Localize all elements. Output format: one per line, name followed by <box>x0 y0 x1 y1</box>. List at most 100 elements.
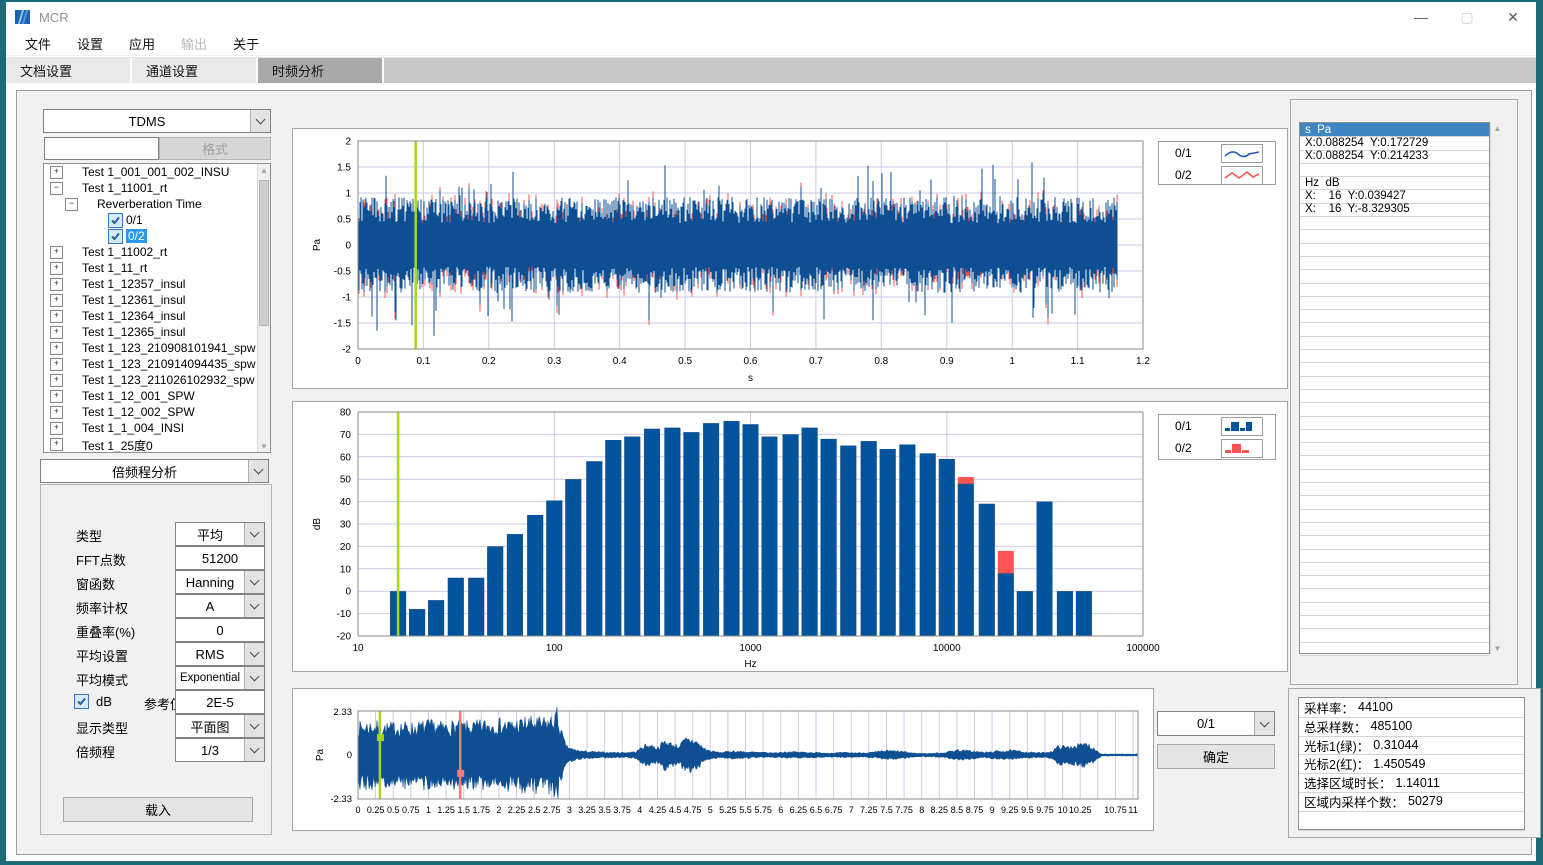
tree-item-label[interactable]: Test 1_12361_insul <box>82 293 185 307</box>
collapse-minus-icon[interactable]: − <box>65 198 78 211</box>
param-input-db-ref[interactable]: 2E-5 <box>175 690 265 714</box>
expand-plus-icon[interactable]: + <box>50 390 63 403</box>
param-input-fft-points[interactable]: 51200 <box>175 546 265 570</box>
tree-item-label[interactable]: Test 1_11_rt <box>82 261 147 275</box>
tree-item[interactable]: + Test 1_12_002_SPW <box>44 404 256 420</box>
legend-item-0-2[interactable]: 0/2 <box>1159 164 1275 186</box>
chevron-down-icon[interactable] <box>244 643 264 665</box>
tab-doc-settings[interactable]: 文档设置 <box>6 58 132 83</box>
overview-channel-combo[interactable]: 0/1 <box>1157 711 1275 736</box>
tree-item-label[interactable]: Test 1_11001_rt <box>82 181 167 195</box>
chevron-down-icon[interactable] <box>248 460 268 482</box>
param-combo-avg-setting[interactable]: RMS <box>175 642 265 666</box>
readout-row[interactable]: X:0.088254 Y:0.172729 <box>1300 136 1489 150</box>
tree-item[interactable]: + Test 1_11002_rt <box>44 244 256 260</box>
chevron-down-icon[interactable] <box>244 739 264 761</box>
param-input-overlap[interactable]: 0 <box>175 618 265 642</box>
param-combo-display-type[interactable]: 平面图 <box>175 714 265 738</box>
tab-channel-settings[interactable]: 通道设置 <box>132 58 258 83</box>
expand-plus-icon[interactable]: + <box>50 438 63 451</box>
tree-item[interactable]: 0/1 <box>44 212 256 228</box>
collapse-minus-icon[interactable]: − <box>50 182 63 195</box>
expand-plus-icon[interactable]: + <box>50 326 63 339</box>
analysis-type-combo[interactable]: 倍频程分析 <box>40 459 269 483</box>
tree-item[interactable]: + Test 1_123_211026102932_spw <box>44 372 256 388</box>
tree-item-label[interactable]: Test 1_123_210914094435_spw <box>82 357 255 371</box>
tree-item-label[interactable]: Test 1_12_002_SPW <box>82 405 195 419</box>
param-combo-avg-mode[interactable]: Exponential <box>175 666 265 690</box>
tree-item-label[interactable]: Test 1_123_211026102932_spw <box>82 373 255 387</box>
tree-item-label[interactable]: Reverberation Time <box>97 197 202 211</box>
format-button[interactable]: 格式 <box>159 137 271 160</box>
tree-item[interactable]: + Test 1_123_210908101941_spw <box>44 340 256 356</box>
tree-item-label[interactable]: Test 1_123_210908101941_spw <box>82 341 255 355</box>
legend-item-0-2[interactable]: 0/2 <box>1159 437 1275 459</box>
time-waveform-chart[interactable]: 21.510.50-0.5-1-1.5-200.10.20.30.40.50.6… <box>293 129 1287 388</box>
record-overview-chart[interactable]: 2.330-2.3300.250.50.7511.251.51.7522.252… <box>293 689 1153 830</box>
tree-item-label[interactable]: Test 1_1_004_INSI <box>82 421 184 435</box>
octave-spectrum-chart[interactable]: 80706050403020100-10-2010100100010000100… <box>293 402 1287 671</box>
param-combo-octave[interactable]: 1/3 <box>175 738 265 762</box>
tree-item-label[interactable]: Test 1_25度0 <box>82 437 153 453</box>
legend-item-0-1[interactable]: 0/1 <box>1159 142 1275 164</box>
expand-plus-icon[interactable]: + <box>50 406 63 419</box>
readout-row[interactable]: X:0.088254 Y:0.214233 <box>1300 150 1489 164</box>
tree-item[interactable]: +Test 1_1_004_INSI <box>44 420 256 436</box>
param-combo-window-fn[interactable]: Hanning <box>175 570 265 594</box>
tree-item[interactable]: + Test 1_001_001_002_INSU <box>44 164 256 180</box>
tree-item-label[interactable]: Test 1_12_001_SPW <box>82 389 195 403</box>
load-button[interactable]: 载入 <box>63 797 253 822</box>
tree-item[interactable]: + Test 1_25度0 <box>44 436 256 452</box>
close-button[interactable]: ✕ <box>1490 2 1536 32</box>
tree-item[interactable]: + Test 1_123_210914094435_spw <box>44 356 256 372</box>
param-combo-freq-weighting[interactable]: A <box>175 594 265 618</box>
chevron-down-icon[interactable] <box>244 715 264 737</box>
menu-item-about[interactable]: 关于 <box>220 31 272 56</box>
maximize-button[interactable]: ▢ <box>1444 2 1490 32</box>
chevron-down-icon[interactable] <box>1254 712 1274 735</box>
scroll-up-icon[interactable]: ▲ <box>1491 122 1504 134</box>
tree-item[interactable]: + Test 1_12357_insul <box>44 276 256 292</box>
expand-plus-icon[interactable]: + <box>50 262 63 275</box>
menu-item-file[interactable]: 文件 <box>12 31 64 56</box>
tree-item-label[interactable]: Test 1_12357_insul <box>82 277 185 291</box>
param-combo-type[interactable]: 平均 <box>175 522 265 546</box>
tree-item-label[interactable]: Test 1_12364_insul <box>82 309 185 323</box>
confirm-button[interactable]: 确定 <box>1157 744 1275 769</box>
chevron-down-icon[interactable] <box>244 571 264 593</box>
readout-header[interactable]: s Pa <box>1300 123 1489 137</box>
tree-item[interactable]: − Reverberation Time <box>44 196 256 212</box>
tree-scrollbar[interactable]: ▲ ▼ <box>257 164 270 452</box>
expand-plus-icon[interactable]: + <box>50 166 63 179</box>
chevron-down-icon[interactable] <box>244 667 264 689</box>
tree-scrollbar-thumb[interactable] <box>259 180 269 326</box>
legend-item-0-1[interactable]: 0/1 <box>1159 415 1275 437</box>
expand-plus-icon[interactable]: + <box>50 374 63 387</box>
tree-item[interactable]: +Test 1_12364_insul <box>44 308 256 324</box>
expand-plus-icon[interactable]: + <box>50 342 63 355</box>
tree-item-label[interactable]: Test 1_001_001_002_INSU <box>82 165 229 179</box>
tab-time-freq-analysis[interactable]: 时频分析 <box>258 58 384 83</box>
tree-item-label[interactable]: Test 1_11002_rt <box>82 245 167 259</box>
expand-plus-icon[interactable]: + <box>50 246 63 259</box>
tree-item[interactable]: + Test 1_12365_insul <box>44 324 256 340</box>
file-format-combo[interactable]: TDMS <box>43 109 271 133</box>
chevron-down-icon[interactable] <box>244 523 264 545</box>
expand-plus-icon[interactable]: + <box>50 358 63 371</box>
readout-row[interactable]: X: 16 Y:-8.329305 <box>1300 203 1489 217</box>
readout-row[interactable]: X: 16 Y:0.039427 <box>1300 190 1489 204</box>
scroll-down-icon[interactable]: ▼ <box>258 440 270 452</box>
tree-item[interactable]: + Test 1_12_001_SPW <box>44 388 256 404</box>
menu-item-apply[interactable]: 应用 <box>116 31 168 56</box>
tree-item-label[interactable]: Test 1_12365_insul <box>82 325 185 339</box>
tree-item[interactable]: + Test 1_12361_insul <box>44 292 256 308</box>
tree-item[interactable]: − Test 1_11001_rt <box>44 180 256 196</box>
tree-item-label[interactable]: 0/2 <box>126 229 147 243</box>
chevron-down-icon[interactable] <box>244 595 264 617</box>
expand-plus-icon[interactable]: + <box>50 278 63 291</box>
expand-plus-icon[interactable]: + <box>50 294 63 307</box>
filter-input[interactable] <box>44 137 159 160</box>
tree-item[interactable]: 0/2 <box>44 228 256 244</box>
tree-item-label[interactable]: 0/1 <box>126 213 143 227</box>
readout-scrollbar[interactable]: ▲ ▼ <box>1490 122 1504 654</box>
